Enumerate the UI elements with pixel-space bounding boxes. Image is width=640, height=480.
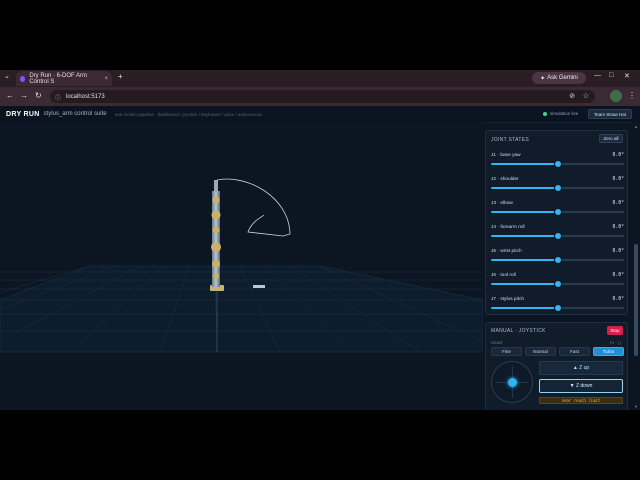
- close-window-icon[interactable]: ✕: [624, 72, 630, 80]
- joint-states-card: JOINT STATES Zero all J1 · base yaw 0.0° J…: [485, 130, 628, 315]
- tracking-icon[interactable]: ⊘: [569, 92, 575, 100]
- browser-tab[interactable]: Dry Run · 6-DOF Arm Control S ×: [16, 71, 112, 86]
- joint-slider-thumb[interactable]: [554, 281, 561, 287]
- zero-all-button[interactable]: Zero all: [599, 134, 623, 143]
- gear-selector: Fine Normal Fast Turbo: [491, 347, 624, 356]
- joint-value: 0.0°: [612, 225, 624, 230]
- joint-value: 0.0°: [612, 201, 624, 206]
- gear-value: Fx · | |: [609, 340, 621, 345]
- joint-row: J7 · stylus pitch 0.0°: [491, 297, 624, 319]
- 3d-viewport[interactable]: [0, 122, 483, 410]
- browser-menu-icon[interactable]: ⋮: [628, 91, 636, 100]
- joystick-knob[interactable]: [508, 378, 517, 387]
- joint-slider-fill: [491, 283, 558, 285]
- gear-label: GEAR: [491, 340, 503, 345]
- panel-scrollbar[interactable]: ▲ ▼: [632, 122, 640, 410]
- status-dot-icon: [543, 111, 547, 116]
- joint-label: J2 · shoulder: [491, 177, 519, 182]
- profile-avatar[interactable]: [610, 90, 622, 102]
- browser-chrome: ⌄ Dry Run · 6-DOF Arm Control S × + ✦ As…: [0, 70, 640, 106]
- joint-states-title: JOINT STATES: [491, 137, 530, 143]
- joint-value: 0.0°: [612, 153, 624, 158]
- joystick-pad[interactable]: [491, 361, 533, 403]
- forward-icon[interactable]: →: [20, 91, 28, 100]
- address-bar-row: ← → ↻ ⓘ localhost:5173 ⊘ ☆ ⋮: [0, 87, 640, 106]
- joint-label: J3 · elbow: [491, 201, 513, 206]
- back-icon[interactable]: ←: [6, 91, 14, 100]
- pipeline-caption: one motion pipeline · dashboard / joysti…: [114, 111, 263, 117]
- gear-fine-button[interactable]: Fine: [491, 347, 522, 356]
- new-tab-button[interactable]: +: [118, 72, 123, 81]
- app-favicon-icon: [20, 75, 26, 82]
- joint-label: J1 · base yaw: [491, 153, 521, 158]
- team-button[interactable]: Team Straw Hat: [588, 109, 632, 119]
- close-tab-icon[interactable]: ×: [104, 76, 108, 82]
- app-root: DRY RUN stylus_arm control suite one mot…: [0, 106, 640, 410]
- maximize-icon[interactable]: □: [609, 72, 613, 79]
- site-info-icon[interactable]: ⓘ: [55, 93, 61, 102]
- manual-joystick-card: MANUAL · JOYSTICK Stop GEAR Fx · | | Fin…: [485, 322, 628, 410]
- ground-grid: [0, 265, 483, 353]
- joint-row: J1 · base yaw 0.0°: [491, 153, 624, 175]
- stylus-path: [216, 178, 291, 237]
- joint-slider-fill: [491, 211, 558, 213]
- minimize-icon[interactable]: —: [594, 72, 601, 79]
- ask-gemini-button[interactable]: ✦ Ask Gemini: [532, 72, 586, 84]
- ask-gemini-label: Ask Gemini: [547, 75, 578, 81]
- reach-warning-badge: near reach limit: [539, 397, 623, 404]
- joint-row: J2 · shoulder 0.0°: [491, 177, 624, 199]
- joint-value: 0.0°: [612, 273, 624, 278]
- gear-normal-button[interactable]: Normal: [525, 347, 556, 356]
- joint-slider-fill: [491, 259, 558, 261]
- app-header: DRY RUN stylus_arm control suite one mot…: [0, 106, 640, 123]
- target-marker: [253, 285, 265, 288]
- reload-icon[interactable]: ↻: [35, 91, 42, 100]
- status-indicator: simulation live: [543, 111, 578, 116]
- url-text: localhost:5173: [66, 93, 105, 100]
- joint-slider-thumb[interactable]: [554, 305, 561, 311]
- joint-row: J5 · wrist pitch 0.0°: [491, 249, 624, 271]
- joint-slider-fill: [491, 187, 558, 189]
- suite-subtitle: stylus_arm control suite: [43, 111, 107, 117]
- joint-value: 0.0°: [612, 297, 624, 302]
- brand-title: DRY RUN: [6, 110, 40, 118]
- joint-slider-thumb[interactable]: [554, 161, 561, 167]
- joint-row: J3 · elbow 0.0°: [491, 201, 624, 223]
- tab-title: Dry Run · 6-DOF Arm Control S: [29, 72, 88, 85]
- gear-fast-button[interactable]: Fast: [559, 347, 590, 356]
- sparkle-icon: ✦: [540, 75, 546, 82]
- address-bar[interactable]: ⓘ localhost:5173 ⊘ ☆: [50, 90, 595, 103]
- tab-strip: ⌄ Dry Run · 6-DOF Arm Control S × + ✦ As…: [0, 70, 640, 86]
- joint-slider-thumb[interactable]: [554, 185, 561, 191]
- z-down-button[interactable]: ▼ Z down: [539, 379, 623, 393]
- joint-row: J4 · forearm roll 0.0°: [491, 225, 624, 247]
- control-panel: JOINT STATES Zero all J1 · base yaw 0.0° J…: [485, 130, 628, 410]
- joint-label: J5 · wrist pitch: [491, 249, 522, 254]
- joint-slider-thumb[interactable]: [554, 257, 561, 263]
- joint-slider-thumb[interactable]: [554, 209, 561, 215]
- joint-label: J6 · tool roll: [491, 273, 516, 278]
- scene-svg: [0, 178, 483, 353]
- joint-slider-fill: [491, 163, 558, 165]
- joint-slider-thumb[interactable]: [554, 233, 561, 239]
- joint-slider-fill: [491, 307, 558, 309]
- joint-row: J6 · tool roll 0.0°: [491, 273, 624, 295]
- tab-search-icon[interactable]: ⌄: [4, 72, 10, 80]
- scroll-up-icon[interactable]: ▲: [634, 124, 638, 129]
- z-up-button[interactable]: ▲ Z up: [539, 361, 623, 375]
- manual-joystick-title: MANUAL · JOYSTICK: [491, 328, 546, 334]
- joint-value: 0.0°: [612, 177, 624, 182]
- scroll-down-icon[interactable]: ▼: [634, 404, 638, 409]
- scrollbar-thumb[interactable]: [634, 244, 638, 356]
- stop-button[interactable]: Stop: [607, 326, 623, 335]
- joint-label: J4 · forearm roll: [491, 225, 525, 230]
- joint-slider-fill: [491, 235, 558, 237]
- bookmark-star-icon[interactable]: ☆: [583, 92, 589, 100]
- joint-value: 0.0°: [612, 249, 624, 254]
- joint-label: J7 · stylus pitch: [491, 297, 525, 302]
- status-text: simulation live: [550, 111, 579, 116]
- gear-turbo-button[interactable]: Turbo: [593, 347, 624, 356]
